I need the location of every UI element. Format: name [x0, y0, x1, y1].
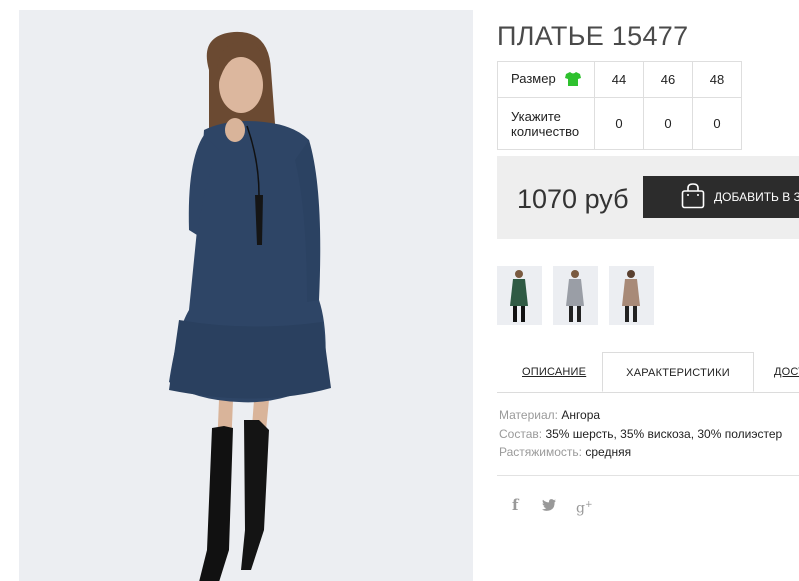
price-bar: 1070 руб ДОБАВИТЬ В ЗА — [497, 156, 799, 239]
spec-label: Растяжимость: — [499, 445, 583, 459]
characteristics-list: Материал: Ангора Состав: 35% шерсть, 35%… — [499, 406, 782, 462]
tab-description-label: ОПИСАНИЕ — [522, 366, 587, 378]
spec-label: Материал: — [499, 408, 558, 422]
product-tabs: ОПИСАНИЕ ХАРАКТЕРИСТИКИ ДОСТ — [497, 352, 799, 393]
quantity-input-44[interactable]: 0 — [594, 97, 644, 150]
tab-description[interactable]: ОПИСАНИЕ — [522, 352, 586, 392]
shopping-bag-icon — [681, 182, 705, 212]
tab-delivery-label: ДОСТ — [774, 366, 799, 378]
size-option-44[interactable]: 44 — [594, 61, 644, 98]
add-to-cart-button[interactable]: ДОБАВИТЬ В ЗА — [643, 176, 799, 218]
spec-value: 35% шерсть, 35% вискоза, 30% полиэстер — [545, 426, 783, 441]
quantity-label: Укажите количество — [511, 108, 580, 139]
spec-label: Состав: — [499, 426, 543, 441]
size-label: Размер — [511, 70, 556, 86]
product-main-image[interactable] — [19, 10, 473, 581]
facebook-icon[interactable]: f — [512, 496, 518, 514]
size-label-cell: Размер — [497, 61, 595, 98]
size-option-48[interactable]: 48 — [692, 61, 742, 98]
spec-row-composition: Состав: 35% шерсть, 35% вискоза, 30% пол… — [499, 425, 782, 444]
spec-row-stretch: Растяжимость: средняя — [499, 443, 782, 462]
google-plus-icon[interactable]: g+ — [576, 496, 593, 518]
quantity-input-46[interactable]: 0 — [643, 97, 693, 150]
dress-model-illustration — [169, 31, 331, 581]
product-price: 1070 руб — [517, 184, 629, 214]
add-to-cart-label: ДОБАВИТЬ В ЗА — [714, 190, 799, 204]
size-option-46[interactable]: 46 — [643, 61, 693, 98]
thumbnail-beige[interactable] — [609, 266, 654, 325]
spec-row-material: Материал: Ангора — [499, 406, 782, 425]
spec-value: средняя — [585, 445, 632, 459]
spec-value: Ангора — [561, 408, 601, 422]
thumbnail-grey[interactable] — [553, 266, 598, 325]
tab-characteristics[interactable]: ХАРАКТЕРИСТИКИ — [602, 352, 754, 392]
section-divider — [497, 475, 799, 476]
twitter-icon[interactable] — [542, 497, 556, 515]
quantity-input-48[interactable]: 0 — [692, 97, 742, 150]
thumbnail-green[interactable] — [497, 266, 542, 325]
tshirt-icon[interactable] — [565, 71, 582, 89]
size-quantity-table: Размер 44 46 48 Укажите количество 0 0 0 — [497, 61, 742, 150]
quantity-label-cell: Укажите количество — [497, 97, 595, 150]
tab-delivery[interactable]: ДОСТ — [774, 352, 799, 392]
product-title: ПЛАТЬЕ 15477 — [497, 21, 689, 52]
tab-characteristics-label: ХАРАКТЕРИСТИКИ — [626, 367, 730, 379]
